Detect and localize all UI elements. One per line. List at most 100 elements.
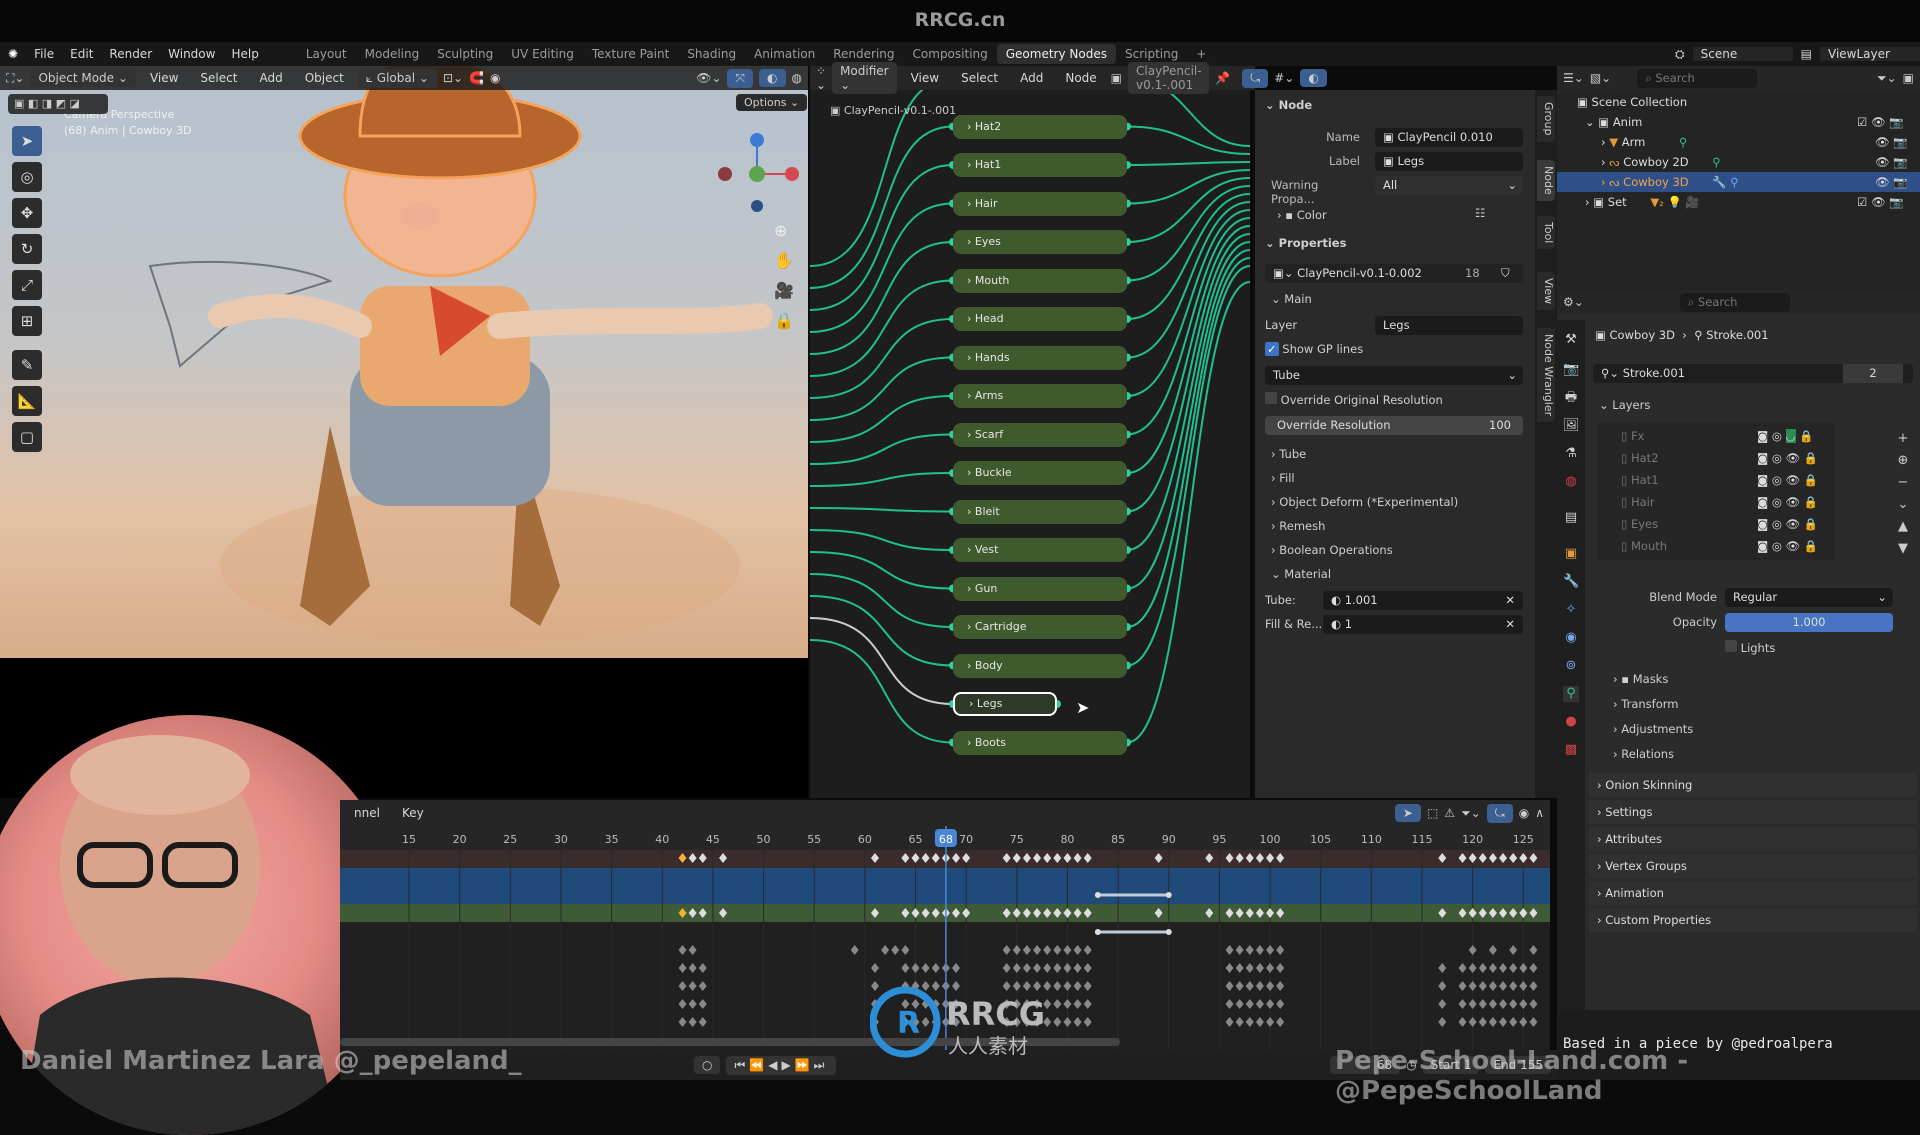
keyframe[interactable]	[1458, 981, 1467, 991]
keyframe[interactable]	[1509, 999, 1518, 1009]
panel-settings[interactable]: › Settings	[1589, 800, 1917, 824]
properties-search[interactable]: ⌕ Search	[1679, 292, 1790, 312]
keyframe[interactable]	[1458, 999, 1467, 1009]
dope-filter-icon[interactable]: ⏷⌄	[1461, 806, 1481, 821]
keyframe[interactable]	[1529, 999, 1538, 1009]
blender-logo-icon[interactable]: ✺	[0, 47, 26, 61]
dope-menu-channel[interactable]: nnel	[346, 806, 388, 820]
layer-row-hair[interactable]: ▯ Hair ◙ ◎ 👁 🔒	[1621, 492, 1831, 512]
scene-tab-icon[interactable]: ⚗	[1563, 446, 1579, 462]
keyframe[interactable]	[1276, 981, 1285, 991]
keyframe[interactable]	[688, 981, 697, 991]
keyframe[interactable]	[1499, 999, 1508, 1009]
fake-user-shield-icon[interactable]: ⛉	[1501, 264, 1510, 283]
keyframe[interactable]	[1468, 1017, 1477, 1027]
workspace-tab-uv-editing[interactable]: UV Editing	[502, 44, 583, 64]
keyframe[interactable]	[1438, 999, 1447, 1009]
keyframe[interactable]	[1083, 1017, 1092, 1027]
keyframe[interactable]	[1083, 945, 1092, 955]
workspace-tab-geometry-nodes[interactable]: Geometry Nodes	[996, 44, 1116, 64]
keyframe[interactable]	[1225, 1017, 1234, 1027]
keyframe[interactable]	[678, 945, 687, 955]
node-overlay-icon[interactable]: ◐	[1300, 69, 1327, 87]
keyframe[interactable]	[1266, 963, 1275, 973]
node-hat1[interactable]: › Hat1	[953, 153, 1127, 177]
layer-subpanel-adjustments[interactable]: › Adjustments	[1613, 722, 1693, 736]
keyframe[interactable]	[1468, 963, 1477, 973]
keyframe[interactable]	[901, 945, 910, 955]
keyframe[interactable]	[678, 981, 687, 991]
layer-toggles[interactable]: ◙ ◎ 👁 🔒	[1757, 470, 1818, 490]
keyframe[interactable]	[1022, 963, 1031, 973]
keyframe[interactable]	[1043, 963, 1052, 973]
menu-help[interactable]: Help	[223, 47, 266, 61]
menu-file[interactable]: File	[26, 47, 62, 61]
keyframe[interactable]	[1438, 963, 1447, 973]
keyframe[interactable]	[1255, 1017, 1264, 1027]
color-subpanel[interactable]: › ▪ Color	[1277, 208, 1327, 222]
layer-field[interactable]: Legs	[1375, 316, 1523, 335]
keyframe[interactable]	[1488, 945, 1497, 955]
layer-list-buttons[interactable]: + ⊕ − ⌄ ▲ ▼	[1894, 428, 1912, 560]
menu-render[interactable]: Render	[101, 47, 160, 61]
orientation-selector[interactable]: ⟀ Global ⌄	[357, 68, 437, 88]
blend-mode-dropdown[interactable]: Regular ⌄	[1725, 588, 1893, 607]
keyframe[interactable]	[1063, 1017, 1072, 1027]
node-arms[interactable]: › Arms	[953, 384, 1127, 408]
color-presets-icon[interactable]: ☷	[1475, 206, 1485, 220]
keyframe[interactable]	[1225, 981, 1234, 991]
workspace-tab-animation[interactable]: Animation	[745, 44, 824, 64]
keyframe[interactable]	[1266, 999, 1275, 1009]
node-gun[interactable]: › Gun	[953, 576, 1127, 601]
keyframe[interactable]	[891, 945, 900, 955]
node-boots[interactable]: › Boots	[953, 730, 1127, 755]
gizmo-toggle-icon[interactable]: ⤧	[727, 68, 754, 88]
3d-viewport[interactable]: Camera Perspective (68) Anim | Cowboy 3D…	[0, 66, 808, 658]
visibility-toggles[interactable]: ☑ 👁 📷	[1857, 112, 1904, 132]
outliner-set[interactable]: › ▣ Set ▼₂ 💡 🎥	[1585, 192, 1700, 212]
outliner-anim[interactable]: ⌄ ▣ Anim	[1585, 112, 1642, 132]
workspace-tab-scripting[interactable]: Scripting	[1116, 44, 1187, 64]
node-label-field[interactable]: ▣ Legs	[1375, 152, 1523, 171]
keyframe[interactable]	[1225, 999, 1234, 1009]
keyframe[interactable]	[698, 999, 707, 1009]
override-original-checkbox[interactable]: Override Original Resolution	[1265, 392, 1443, 407]
render-tab-icon[interactable]: 📷	[1563, 362, 1579, 378]
keyframe[interactable]	[1266, 1017, 1275, 1027]
node-editor-type-icon[interactable]: ⁘⌄	[816, 64, 826, 92]
viewlayer-selector[interactable]: ViewLayer	[1820, 47, 1920, 61]
keyframe[interactable]	[901, 963, 910, 973]
keyframe[interactable]	[678, 999, 687, 1009]
viewport-menu-add[interactable]: Add	[251, 71, 290, 85]
properties-section-header[interactable]: ⌄ Properties	[1265, 236, 1346, 250]
panel-onion-skinning[interactable]: › Onion Skinning	[1589, 773, 1917, 797]
keyframe[interactable]	[1519, 963, 1528, 973]
outliner-arm[interactable]: › ▼ Arm ⚲	[1601, 132, 1687, 152]
warning-propagation-dropdown[interactable]: All ⌄	[1375, 176, 1523, 195]
keyframe[interactable]	[1245, 963, 1254, 973]
workspace-tab-compositing[interactable]: Compositing	[904, 44, 997, 64]
node-snap-icon[interactable]: ⤿	[1242, 68, 1269, 88]
outliner-search[interactable]: ⌕ Search	[1637, 68, 1758, 88]
keyframe[interactable]	[1468, 981, 1477, 991]
layer-subpanel-transform[interactable]: › Transform	[1613, 697, 1678, 711]
keyframe[interactable]	[1255, 999, 1264, 1009]
layer-row-fx[interactable]: ▯ Fx ◙ ◎ ◡ 🔒	[1621, 426, 1831, 446]
dope-menu-key[interactable]: Key	[394, 806, 432, 820]
keyframe[interactable]	[1529, 981, 1538, 991]
object-tab-icon[interactable]: ▣	[1563, 546, 1579, 562]
keyframe[interactable]	[1276, 945, 1285, 955]
keyframe[interactable]	[1488, 999, 1497, 1009]
layer-row-hat2[interactable]: ▯ Hat2 ◙ ◎ 👁 🔒	[1621, 448, 1831, 468]
keyframe[interactable]	[1266, 945, 1275, 955]
keyframe[interactable]	[1509, 945, 1518, 955]
keyframe[interactable]	[1529, 945, 1538, 955]
keyframe[interactable]	[1002, 945, 1011, 955]
transform-tool-icon[interactable]: ⊞	[12, 306, 42, 336]
node-legs[interactable]: › Legs	[953, 692, 1057, 716]
annotate-tool-icon[interactable]: ✎	[12, 350, 42, 380]
keyframe[interactable]	[688, 1017, 697, 1027]
keyframe[interactable]	[1478, 1017, 1487, 1027]
node-name-field[interactable]: ▣ ClayPencil 0.010	[1375, 128, 1523, 147]
node-body[interactable]: › Body	[953, 653, 1127, 678]
